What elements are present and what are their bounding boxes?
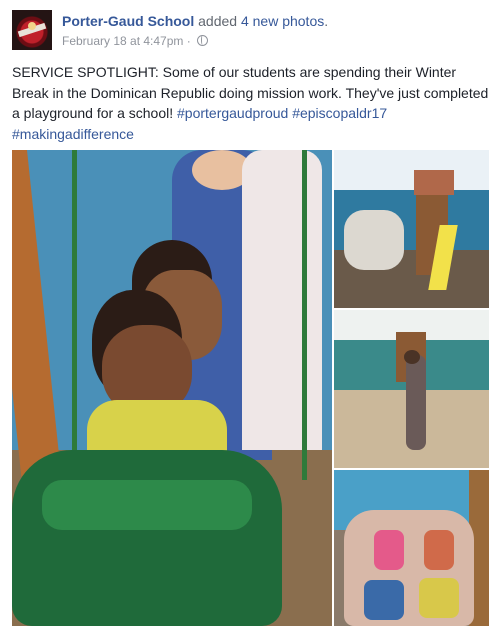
page-name-link[interactable]: Porter-Gaud School — [62, 13, 194, 29]
person-standing — [406, 355, 426, 450]
hashtag-link[interactable]: #makingadifference — [12, 126, 134, 142]
photo-thumb[interactable] — [334, 150, 489, 308]
photos-link[interactable]: 4 new photos — [241, 13, 324, 29]
photo-main[interactable] — [12, 150, 332, 626]
post-body: SERVICE SPOTLIGHT: Some of our students … — [12, 62, 492, 144]
hashtag-link[interactable]: #episcopaldr17 — [292, 105, 387, 121]
action-text: added — [194, 13, 241, 29]
action-end: . — [324, 13, 329, 29]
meta-separator: · — [183, 34, 195, 48]
green-swing-seat — [12, 450, 282, 626]
swing-chain — [302, 150, 307, 480]
photo-thumb[interactable] — [334, 310, 489, 468]
post-meta: February 18 at 4:47pm · — [62, 33, 482, 49]
post-header: Porter-Gaud School added 4 new photos. F… — [12, 10, 488, 54]
photo-thumb[interactable] — [334, 470, 489, 626]
page-avatar[interactable] — [12, 10, 52, 50]
hashtag-link[interactable]: #portergaudproud — [177, 105, 288, 121]
post-attribution: Porter-Gaud School added 4 new photos. — [62, 12, 482, 30]
globe-icon[interactable] — [197, 35, 209, 46]
timestamp-link[interactable]: February 18 at 4:47pm — [62, 34, 183, 48]
header-text: Porter-Gaud School added 4 new photos. F… — [62, 12, 482, 49]
swing-chain — [72, 150, 77, 480]
